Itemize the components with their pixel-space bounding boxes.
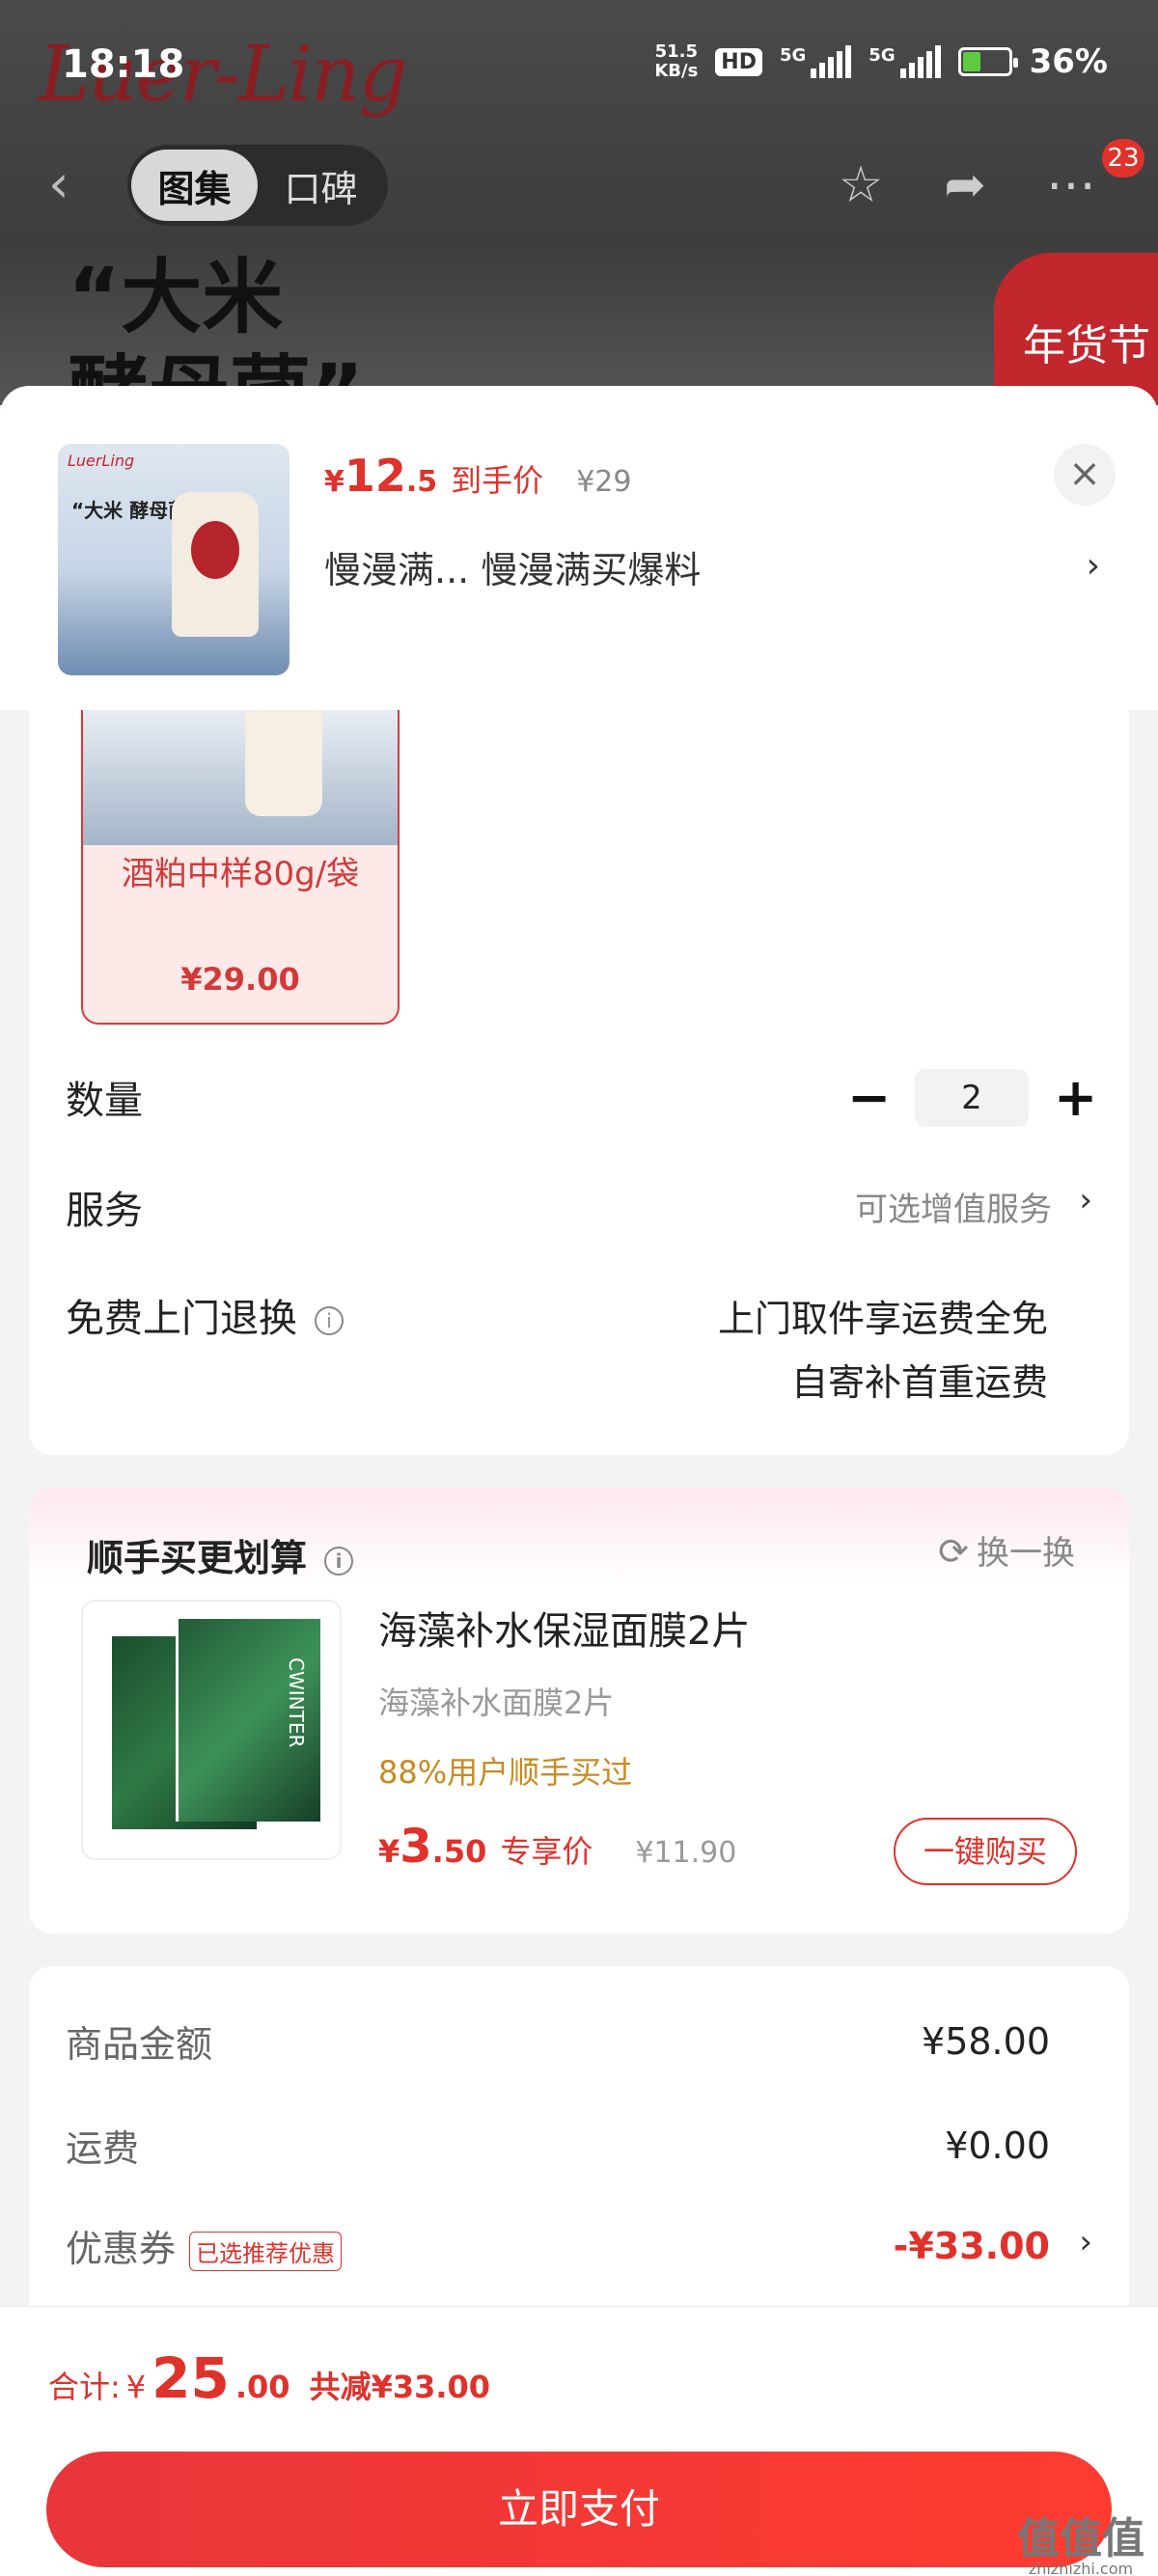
battery-percent: 36%	[1029, 42, 1108, 81]
network-speed: 51.5 KB/s	[654, 42, 698, 81]
one-click-buy-button[interactable]: 一键购买	[894, 1818, 1077, 1885]
plus-button[interactable]: +	[1054, 1072, 1097, 1124]
signal-icon: 5G	[779, 45, 852, 78]
total-discount: 共减¥33.00	[309, 2369, 491, 2405]
free-return-text: 免费上门退换	[66, 1297, 297, 1341]
site-watermark: 值值值 zhizhizhi.com	[1017, 2514, 1144, 2576]
free-return-label: 免费上门退换 i	[66, 1287, 344, 1343]
total-amount: 25	[152, 2345, 230, 2411]
summary-coupon-row[interactable]: 优惠券 已选推荐优惠 -¥33.00 ›	[66, 2219, 1092, 2277]
share-icon[interactable]: ➦	[934, 154, 996, 216]
sku-name: 酒粕中样80g/袋	[121, 855, 360, 893]
thumbnail-brand: LuerLing	[68, 452, 135, 470]
signal-icon-2: 5G	[868, 45, 941, 78]
battery-icon	[957, 47, 1018, 76]
options-card: 酒粕中样80g/袋 ¥29.00 数量 − 2 + 服务 可选增值服务 › 免费…	[29, 710, 1129, 1455]
recommend-product-title[interactable]: 海藻补水保湿面膜2片	[378, 1600, 750, 1656]
product-page-backdrop: Luer-Ling “大米 酵母菌” 年货节 18:18 51.5 KB/s H…	[0, 0, 1158, 405]
recommend-card: 顺手买更划算 i ⟳ 换一换 CWINTER 海藻补水保湿面膜2片 海藻补水面膜2片…	[29, 1488, 1129, 1933]
promo-text[interactable]: 慢漫满... 慢漫满买爆料	[324, 540, 1096, 593]
checkout-footer: 合计: ¥ 25 .00 共减¥33.00 立即支付	[0, 2306, 1158, 2576]
favorite-star-icon[interactable]: ☆	[830, 154, 892, 216]
recommend-price-tag: 专享价	[500, 1833, 593, 1870]
status-bar: 18:18 51.5 KB/s HD 5G 5G 36%	[0, 0, 1158, 125]
quantity-label: 数量	[66, 1079, 143, 1123]
status-time: 18:18	[62, 42, 185, 87]
quantity-value[interactable]: 2	[915, 1069, 1029, 1127]
chevron-right-icon[interactable]: ›	[1079, 2223, 1092, 2261]
info-icon[interactable]: i	[315, 1306, 344, 1335]
final-price-tag: 到手价	[451, 462, 544, 499]
return-desc-line2: 自寄补首重运费	[790, 1361, 1048, 1404]
coupon-selected-tag: 已选推荐优惠	[189, 2232, 343, 2271]
view-switcher: 图集 口碑	[127, 145, 388, 226]
back-arrow-icon[interactable]: ‹	[48, 158, 96, 210]
goods-amount-label: 商品金额	[66, 2023, 213, 2066]
hd-voice-icon: HD	[715, 47, 762, 76]
chevron-right-icon[interactable]: ›	[1087, 546, 1100, 586]
return-description: 上门取件享运费全免 自寄补首重运费	[718, 1287, 1048, 1414]
close-icon[interactable]: ×	[1054, 444, 1116, 506]
recommend-product-image[interactable]: CWINTER	[81, 1600, 342, 1860]
sku-option-selected[interactable]: 酒粕中样80g/袋 ¥29.00	[81, 710, 400, 1025]
network-speed-value: 51.5	[654, 41, 699, 62]
network-speed-unit: KB/s	[654, 61, 699, 81]
recommend-title: 顺手买更划算 i	[87, 1528, 354, 1581]
summary-shipping-row: 运费 ¥0.00	[66, 2119, 1092, 2177]
price-row: ¥12.5 到手价 ¥29	[324, 450, 631, 502]
order-summary: 商品金额 ¥58.00 运费 ¥0.00 优惠券 已选推荐优惠 -¥33.00 ›	[29, 1966, 1129, 2352]
sku-image	[83, 710, 398, 845]
product-pouch-image	[172, 492, 259, 637]
summary-goods-row: 商品金额 ¥58.00	[66, 2014, 1092, 2072]
service-value[interactable]: 可选增值服务	[855, 1183, 1052, 1230]
total-label: 合计:	[48, 2369, 121, 2405]
tab-gallery[interactable]: 图集	[131, 150, 258, 221]
quantity-stepper: − 2 +	[847, 1069, 1097, 1127]
shipping-label: 运费	[66, 2127, 140, 2170]
chevron-right-icon[interactable]: ›	[1079, 1181, 1092, 1219]
product-brand-text: CWINTER	[285, 1658, 308, 1748]
purchase-rate: 88%用户顺手买过	[378, 1754, 633, 1791]
swap-button[interactable]: ⟳ 换一换	[938, 1526, 1075, 1574]
hero-text: “大米 酵母菌”	[68, 249, 364, 405]
coupon-value: -¥33.00	[893, 2225, 1050, 2267]
signal-label-2: 5G	[868, 45, 896, 66]
goods-amount-value: ¥58.00	[922, 2020, 1050, 2063]
shipping-value: ¥0.00	[945, 2124, 1050, 2167]
pay-now-button[interactable]: 立即支付	[46, 2452, 1112, 2567]
return-desc-line1: 上门取件享运费全免	[717, 1298, 1048, 1340]
notification-badge: 23	[1102, 139, 1144, 178]
total-decimal: .00	[234, 2369, 290, 2405]
sku-price: ¥29.00	[180, 961, 300, 998]
signal-label: 5G	[779, 45, 807, 66]
more-icon[interactable]: ⋯	[1040, 154, 1102, 216]
tab-reviews[interactable]: 口碑	[258, 150, 384, 221]
coupon-label: 优惠券 已选推荐优惠	[66, 2219, 343, 2272]
recommend-original-price: ¥11.90	[635, 1836, 737, 1870]
purchase-sheet: LuerLing “大米 酵母菌” ¥12.5 到手价 ¥29 慢漫满... 慢…	[0, 386, 1158, 2576]
info-icon[interactable]: i	[324, 1546, 354, 1576]
recommend-price: ¥3.50	[378, 1820, 487, 1874]
service-label: 服务	[66, 1189, 143, 1233]
minus-button[interactable]: −	[847, 1072, 891, 1124]
status-indicators: 51.5 KB/s HD 5G 5G 36%	[654, 42, 1108, 82]
hero-text-line1: “大米	[68, 250, 284, 344]
final-price: ¥12.5	[324, 450, 438, 502]
refresh-icon: ⟳	[938, 1530, 969, 1573]
recommend-product-subtitle: 海藻补水面膜2片	[378, 1685, 615, 1721]
original-price: ¥29	[576, 465, 632, 499]
festival-sticker: 年货节	[994, 253, 1158, 405]
product-thumbnail: LuerLing “大米 酵母菌”	[58, 444, 290, 675]
recommend-price-row: ¥3.50 专享价 ¥11.90	[378, 1820, 736, 1874]
sheet-header: LuerLing “大米 酵母菌” ¥12.5 到手价 ¥29 慢漫满... 慢…	[0, 386, 1158, 710]
top-nav: ‹ 图集 口碑 ☆ ➦ ⋯ 23	[0, 139, 1158, 228]
total-row: 合计: ¥ 25 .00 共减¥33.00	[48, 2345, 490, 2411]
total-symbol: ¥	[125, 2369, 147, 2405]
